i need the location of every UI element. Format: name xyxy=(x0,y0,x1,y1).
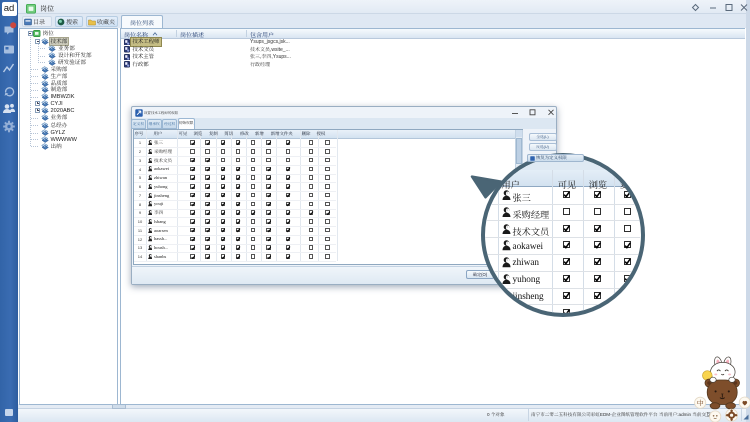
svg-text:中: 中 xyxy=(697,398,704,408)
